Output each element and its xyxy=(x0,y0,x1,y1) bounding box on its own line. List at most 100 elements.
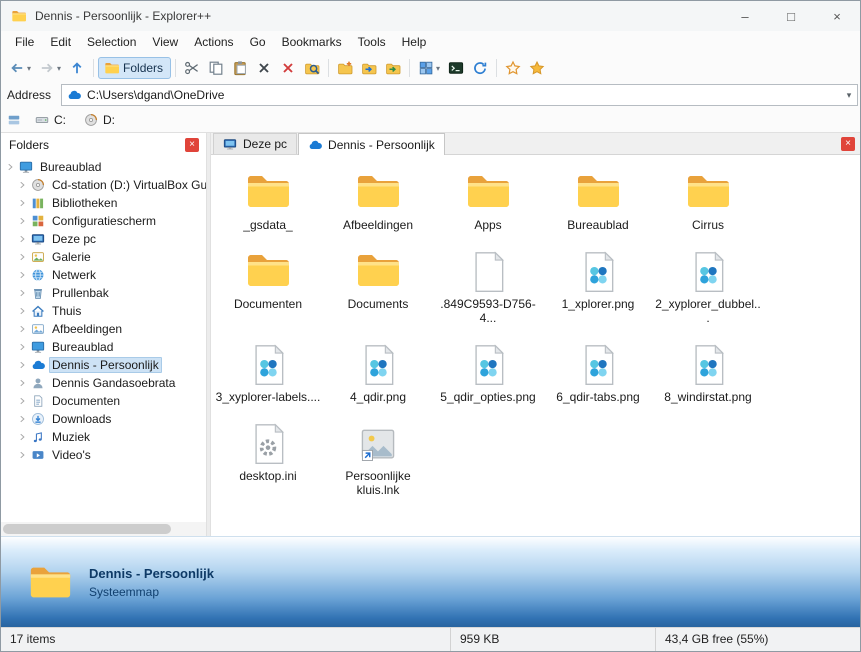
expand-chevron-icon[interactable] xyxy=(17,198,29,208)
tree-item-bibliotheken[interactable]: Bibliotheken xyxy=(1,194,206,212)
tab-deze-pc[interactable]: Deze pc xyxy=(213,133,298,154)
address-dropdown-icon[interactable]: ▾ xyxy=(841,90,857,101)
tree-item-dennis-persoonlijk[interactable]: Dennis - Persoonlijk xyxy=(1,356,206,374)
file-item-5-qdir-opties-png[interactable]: 5_qdir_opties.png xyxy=(433,335,543,404)
expand-chevron-icon[interactable] xyxy=(5,162,17,172)
drives-menu-icon[interactable] xyxy=(7,113,21,127)
tree-item-downloads[interactable]: Downloads xyxy=(1,410,206,428)
menu-item-bookmarks[interactable]: Bookmarks xyxy=(274,31,350,53)
delete-permanently-button[interactable] xyxy=(276,57,300,79)
tree-item-afbeeldingen[interactable]: Afbeeldingen xyxy=(1,320,206,338)
expand-chevron-icon[interactable] xyxy=(17,252,29,262)
search-button[interactable] xyxy=(300,57,324,79)
tree-item-deze-pc[interactable]: Deze pc xyxy=(1,230,206,248)
expand-chevron-icon[interactable] xyxy=(17,396,29,406)
tree-item-prullenbak[interactable]: Prullenbak xyxy=(1,284,206,302)
menu-item-help[interactable]: Help xyxy=(394,31,435,53)
expand-chevron-icon[interactable] xyxy=(17,180,29,190)
tree-item-bureaublad[interactable]: Bureaublad xyxy=(1,338,206,356)
file-name: Apps xyxy=(474,218,502,232)
close-tab-button[interactable]: × xyxy=(841,137,855,151)
tree-item-muziek[interactable]: Muziek xyxy=(1,428,206,446)
file-item-afbeeldingen[interactable]: Afbeeldingen xyxy=(323,163,433,232)
tree-item-cd-station-d-virtualbox-gue[interactable]: Cd-station (D:) VirtualBox Gue... xyxy=(1,176,206,194)
expand-chevron-icon[interactable] xyxy=(17,216,29,226)
expand-chevron-icon[interactable] xyxy=(17,432,29,442)
tab-dennis-persoonlijk[interactable]: Dennis - Persoonlijk xyxy=(298,133,445,155)
back-button[interactable]: ▾ xyxy=(5,57,35,79)
file-item-gsdata[interactable]: _gsdata_ xyxy=(213,163,323,232)
move-to-folder-button[interactable] xyxy=(381,57,405,79)
menu-bar: File Edit Selection View Actions Go Bookmarks T… xyxy=(1,31,860,53)
menu-item-file[interactable]: File xyxy=(7,31,42,53)
file-item-bureaublad[interactable]: Bureaublad xyxy=(543,163,653,232)
file-item-apps[interactable]: Apps xyxy=(433,163,543,232)
expand-chevron-icon[interactable] xyxy=(17,378,29,388)
expand-chevron-icon[interactable] xyxy=(17,270,29,280)
file-item-desktop-ini[interactable]: desktop.ini xyxy=(213,414,323,497)
menu-item-view[interactable]: View xyxy=(144,31,186,53)
file-item-2-xyplorer-dubbel[interactable]: 2_xyplorer_dubbel... xyxy=(653,242,763,325)
dropdown-caret-icon[interactable]: ▾ xyxy=(436,64,440,73)
expand-chevron-icon[interactable] xyxy=(17,306,29,316)
tree-item-bureaublad[interactable]: Bureaublad xyxy=(1,158,206,176)
file-item-cirrus[interactable]: Cirrus xyxy=(653,163,763,232)
scrollbar-thumb[interactable] xyxy=(3,524,172,534)
up-button[interactable] xyxy=(65,57,89,79)
expand-chevron-icon[interactable] xyxy=(17,414,29,424)
dropdown-caret-icon[interactable]: ▾ xyxy=(57,64,61,73)
tree-item-netwerk[interactable]: Netwerk xyxy=(1,266,206,284)
file-item-4-qdir-png[interactable]: 4_qdir.png xyxy=(323,335,433,404)
horizontal-scrollbar[interactable] xyxy=(1,522,206,536)
delete-button[interactable] xyxy=(252,57,276,79)
forward-button[interactable]: ▾ xyxy=(35,57,65,79)
cut-button[interactable] xyxy=(180,57,204,79)
expand-chevron-icon[interactable] xyxy=(17,342,29,352)
expand-chevron-icon[interactable] xyxy=(17,360,29,370)
close-window-button[interactable]: × xyxy=(814,1,860,31)
tree-item-galerie[interactable]: Galerie xyxy=(1,248,206,266)
file-item-documenten[interactable]: Documenten xyxy=(213,242,323,325)
folder-icon xyxy=(104,60,120,76)
file-item-documents[interactable]: Documents xyxy=(323,242,433,325)
tree-item-dennis-gandasoebrata[interactable]: Dennis Gandasoebrata xyxy=(1,374,206,392)
drive-c-button[interactable]: C: xyxy=(31,111,70,129)
paste-button[interactable] xyxy=(228,57,252,79)
minimize-button[interactable]: – xyxy=(722,1,768,31)
dropdown-caret-icon[interactable]: ▾ xyxy=(27,64,31,73)
bookmarks-button[interactable] xyxy=(525,57,549,79)
menu-item-selection[interactable]: Selection xyxy=(79,31,144,53)
expand-chevron-icon[interactable] xyxy=(17,450,29,460)
expand-chevron-icon[interactable] xyxy=(17,288,29,298)
file-item-849c9593-d756-4[interactable]: .849C9593-D756-4... xyxy=(433,242,543,325)
tree-item-label: Video's xyxy=(52,448,91,462)
expand-chevron-icon[interactable] xyxy=(17,234,29,244)
refresh-button[interactable] xyxy=(468,57,492,79)
file-item-1-xplorer-png[interactable]: 1_xplorer.png xyxy=(543,242,653,325)
add-bookmark-button[interactable] xyxy=(501,57,525,79)
tree-item-documenten[interactable]: Documenten xyxy=(1,392,206,410)
maximize-button[interactable]: □ xyxy=(768,1,814,31)
file-item-persoonlijke-kluis-lnk[interactable]: Persoonlijke kluis.lnk xyxy=(323,414,433,497)
file-item-3-xyplorer-labels[interactable]: 3_xyplorer-labels.... xyxy=(213,335,323,404)
new-folder-button[interactable] xyxy=(333,57,357,79)
command-prompt-button[interactable] xyxy=(444,57,468,79)
drive-d-button[interactable]: D: xyxy=(80,111,119,129)
menu-item-edit[interactable]: Edit xyxy=(42,31,79,53)
expand-chevron-icon[interactable] xyxy=(17,324,29,334)
folders-toggle-button[interactable]: Folders xyxy=(98,57,172,79)
folder-icon xyxy=(354,242,402,294)
copy-to-folder-button[interactable] xyxy=(357,57,381,79)
close-folders-panel-button[interactable]: × xyxy=(185,137,199,152)
file-item-8-windirstat-png[interactable]: 8_windirstat.png xyxy=(653,335,763,404)
tree-item-video-s[interactable]: Video's xyxy=(1,446,206,464)
tree-item-configuratiescherm[interactable]: Configuratiescherm xyxy=(1,212,206,230)
menu-item-actions[interactable]: Actions xyxy=(186,31,241,53)
address-input[interactable]: C:\Users\dgand\OneDrive ▾ xyxy=(61,84,858,106)
menu-item-tools[interactable]: Tools xyxy=(350,31,394,53)
tree-item-thuis[interactable]: Thuis xyxy=(1,302,206,320)
views-button[interactable]: ▾ xyxy=(414,57,444,79)
menu-item-go[interactable]: Go xyxy=(242,31,274,53)
copy-button[interactable] xyxy=(204,57,228,79)
file-item-6-qdir-tabs-png[interactable]: 6_qdir-tabs.png xyxy=(543,335,653,404)
